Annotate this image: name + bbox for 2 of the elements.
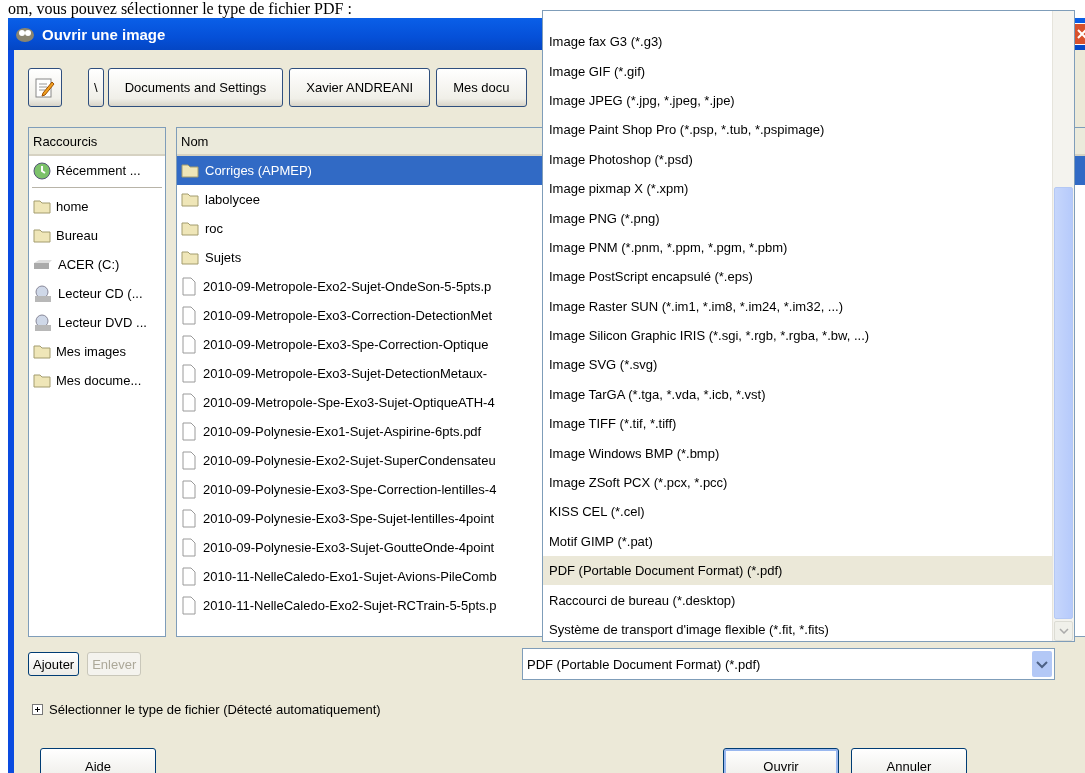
document-text: om, vous pouvez sélectionner le type de fichier PDF : <box>7 0 352 18</box>
window-title: Ouvrir une image <box>42 25 166 43</box>
